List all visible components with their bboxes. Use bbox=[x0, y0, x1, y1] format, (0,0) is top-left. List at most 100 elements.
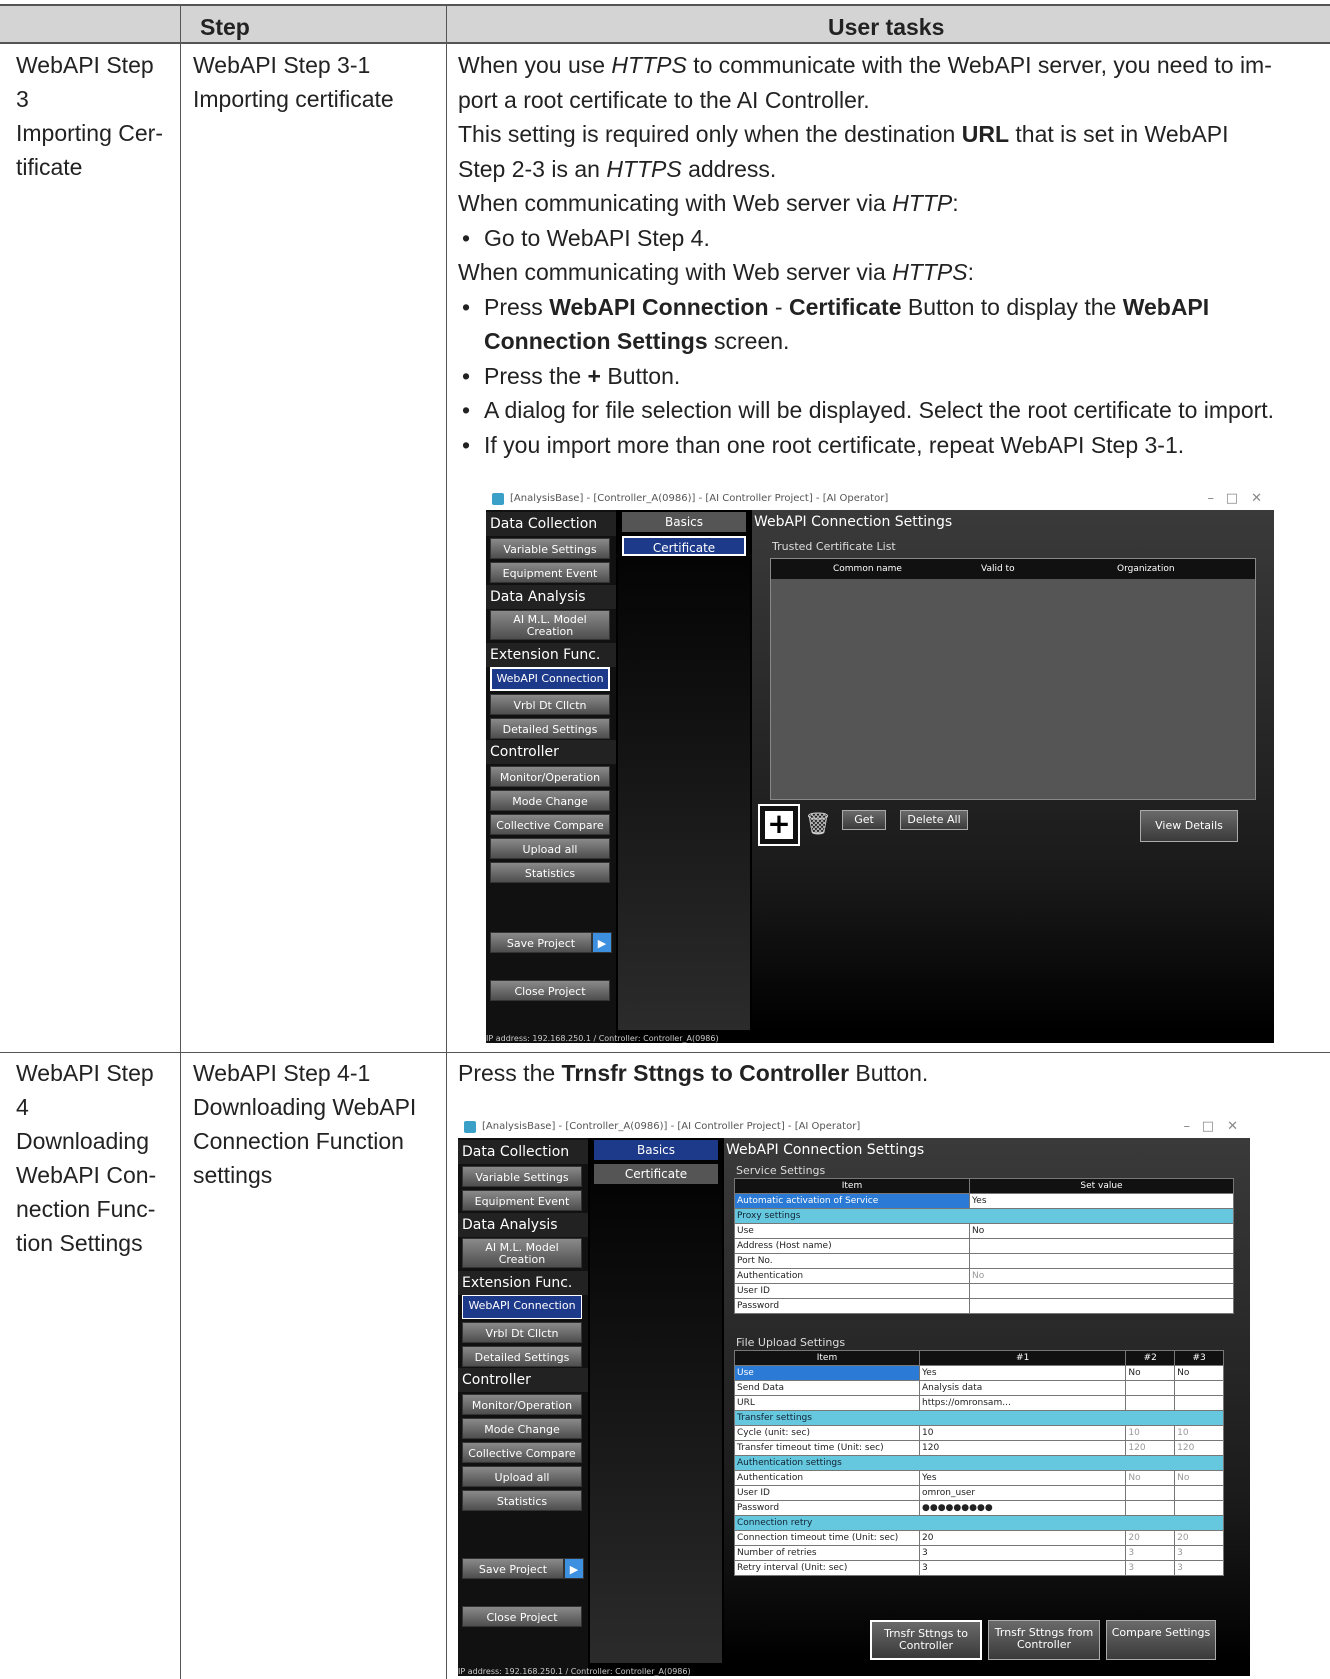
save-project-button[interactable]: Save Project bbox=[490, 932, 592, 953]
ai-model-button[interactable]: AI M.L. Model Creation bbox=[490, 610, 610, 640]
table-row[interactable]: Password bbox=[734, 1298, 1234, 1314]
save-project-button[interactable]: Save Project bbox=[462, 1558, 564, 1579]
webapi-connection-button[interactable]: WebAPI Connection bbox=[462, 1295, 582, 1319]
view-details-button[interactable]: View Details bbox=[1140, 810, 1238, 842]
collective-compare-button[interactable]: Collective Compare bbox=[490, 814, 610, 835]
table-row[interactable]: Password ●●●●●●●●● bbox=[734, 1500, 1224, 1516]
table-row: Connection retry bbox=[734, 1515, 1224, 1531]
col-valid-to: Valid to bbox=[981, 564, 1015, 574]
collective-compare-button[interactable]: Collective Compare bbox=[462, 1442, 582, 1463]
status-bar: IP address: 192.168.250.1 / Controller: … bbox=[486, 1034, 719, 1043]
mode-change-button[interactable]: Mode Change bbox=[462, 1418, 582, 1439]
minimize-icon[interactable]: – bbox=[1184, 1116, 1191, 1138]
section-data-collection: Data Collection bbox=[486, 512, 616, 536]
maximize-icon[interactable]: □ bbox=[1202, 1116, 1214, 1138]
tab-basics[interactable]: Basics bbox=[594, 1140, 718, 1160]
minimize-icon[interactable]: – bbox=[1208, 488, 1215, 510]
plus-icon: + bbox=[765, 810, 793, 839]
transfer-from-controller-button[interactable]: Trnsfr Sttngs from Controller bbox=[988, 1620, 1100, 1660]
trash-icon[interactable]: 🗑 bbox=[804, 812, 832, 837]
variable-settings-button[interactable]: Variable Settings bbox=[462, 1166, 582, 1187]
section-data-collection: Data Collection bbox=[458, 1140, 588, 1164]
header-user-tasks: User tasks bbox=[828, 14, 945, 40]
equipment-event-button[interactable]: Equipment Event bbox=[490, 562, 610, 583]
ai-model-button[interactable]: AI M.L. Model Creation bbox=[462, 1238, 582, 1268]
row1-step-title: WebAPI Step 3 Importing Cer-tificate bbox=[16, 52, 163, 180]
table-row: Authentication settings bbox=[734, 1455, 1224, 1471]
close-icon[interactable]: ✕ bbox=[1251, 488, 1262, 510]
row2-step-title: WebAPI Step 4 Downloading WebAPI Con- nect… bbox=[16, 1060, 157, 1256]
row2-tasks: Press the Trnsfr Sttngs to Controller Bu… bbox=[458, 1060, 929, 1086]
vrbl-dt-cllctn-button[interactable]: Vrbl Dt Cllctn bbox=[490, 694, 610, 715]
tab-basics[interactable]: Basics bbox=[622, 512, 746, 532]
save-arrow-icon[interactable]: ▶ bbox=[592, 932, 612, 953]
table-row[interactable]: Cycle (unit: sec) 10 10 10 bbox=[734, 1425, 1224, 1441]
service-settings-table: Item Set value Automatic activation of Se… bbox=[734, 1178, 1234, 1314]
statistics-button[interactable]: Statistics bbox=[490, 862, 610, 883]
transfer-to-controller-button[interactable]: Trnsfr Sttngs to Controller bbox=[870, 1620, 982, 1660]
tab-certificate[interactable]: Certificate bbox=[594, 1164, 718, 1184]
table-row[interactable]: User ID bbox=[734, 1283, 1234, 1299]
section-data-analysis: Data Analysis bbox=[486, 585, 616, 609]
table-row[interactable]: Address (Host name) bbox=[734, 1238, 1234, 1254]
section-extension: Extension Func. bbox=[486, 643, 616, 667]
detailed-settings-button[interactable]: Detailed Settings bbox=[462, 1346, 582, 1367]
table-row[interactable]: Transfer timeout time (Unit: sec) 120 120 1… bbox=[734, 1440, 1224, 1456]
screenshot-certificate: [AnalysisBase] - [Controller_A(0986)] - … bbox=[486, 488, 1274, 1043]
row1-substep: WebAPI Step 3-1 Importing certificate bbox=[193, 52, 394, 112]
screenshot-settings: [AnalysisBase] - [Controller_A(0986)] - … bbox=[458, 1116, 1250, 1676]
table-row[interactable]: Use No bbox=[734, 1223, 1234, 1239]
equipment-event-button[interactable]: Equipment Event bbox=[462, 1190, 582, 1211]
screen-title: WebAPI Connection Settings bbox=[726, 1142, 925, 1158]
col-organization: Organization bbox=[1117, 564, 1175, 574]
table-row[interactable]: Retry interval (Unit: sec) 3 3 3 bbox=[734, 1560, 1224, 1576]
app-logo-icon bbox=[464, 1121, 476, 1133]
window-titlebar: [AnalysisBase] - [Controller_A(0986)] - … bbox=[458, 1116, 1250, 1138]
table-header: Step User tasks bbox=[0, 4, 1330, 44]
file-upload-table: Item #1 #2 #3 Use Yes No No Send Data Analysis d… bbox=[734, 1350, 1224, 1576]
certificate-list[interactable]: Common name Valid to Organization bbox=[770, 558, 1256, 800]
save-arrow-icon[interactable]: ▶ bbox=[564, 1558, 584, 1579]
close-icon[interactable]: ✕ bbox=[1227, 1116, 1238, 1138]
add-certificate-button[interactable]: + bbox=[758, 804, 800, 846]
statistics-button[interactable]: Statistics bbox=[462, 1490, 582, 1511]
section-controller: Controller bbox=[486, 740, 616, 764]
maximize-icon[interactable]: □ bbox=[1226, 488, 1238, 510]
row1-tasks: When you use HTTPS to communicate with t… bbox=[458, 48, 1318, 462]
col-common-name: Common name bbox=[833, 564, 902, 574]
close-project-button[interactable]: Close Project bbox=[462, 1606, 582, 1627]
webapi-connection-button[interactable]: WebAPI Connection bbox=[490, 667, 610, 691]
monitor-operation-button[interactable]: Monitor/Operation bbox=[462, 1394, 582, 1415]
tab-certificate[interactable]: Certificate bbox=[622, 536, 746, 556]
table-row[interactable]: Authentication No bbox=[734, 1268, 1234, 1284]
table-row[interactable]: User ID omron_user bbox=[734, 1485, 1224, 1501]
table-row[interactable]: Connection timeout time (Unit: sec) 20 20 2… bbox=[734, 1530, 1224, 1546]
delete-all-button[interactable]: Delete All bbox=[900, 810, 968, 830]
detailed-settings-button[interactable]: Detailed Settings bbox=[490, 718, 610, 739]
table-row[interactable]: Use Yes No No bbox=[734, 1365, 1224, 1381]
table-row[interactable]: URL https://omronsam... bbox=[734, 1395, 1224, 1411]
section-extension: Extension Func. bbox=[458, 1271, 588, 1295]
table-row[interactable]: Authentication Yes No No bbox=[734, 1470, 1224, 1486]
table-row[interactable]: Port No. bbox=[734, 1253, 1234, 1269]
upload-all-button[interactable]: Upload all bbox=[490, 838, 610, 859]
monitor-operation-button[interactable]: Monitor/Operation bbox=[490, 766, 610, 787]
upload-all-button[interactable]: Upload all bbox=[462, 1466, 582, 1487]
section-data-analysis: Data Analysis bbox=[458, 1213, 588, 1237]
row2-substep: WebAPI Step 4-1 Downloading WebAPI Connec… bbox=[193, 1060, 417, 1188]
get-button[interactable]: Get bbox=[842, 810, 886, 830]
header-step: Step bbox=[200, 14, 250, 40]
close-project-button[interactable]: Close Project bbox=[490, 980, 610, 1001]
table-row: Transfer settings bbox=[734, 1410, 1224, 1426]
table-row[interactable]: Send Data Analysis data bbox=[734, 1380, 1224, 1396]
compare-settings-button[interactable]: Compare Settings bbox=[1106, 1620, 1216, 1660]
service-settings-title: Service Settings bbox=[736, 1164, 826, 1177]
variable-settings-button[interactable]: Variable Settings bbox=[490, 538, 610, 559]
table-row[interactable]: Number of retries 3 3 3 bbox=[734, 1545, 1224, 1561]
status-bar: IP address: 192.168.250.1 / Controller: … bbox=[458, 1667, 691, 1676]
app-logo-icon bbox=[492, 493, 504, 505]
table-row[interactable]: Automatic activation of Service Yes bbox=[734, 1193, 1234, 1209]
section-controller: Controller bbox=[458, 1368, 588, 1392]
mode-change-button[interactable]: Mode Change bbox=[490, 790, 610, 811]
vrbl-dt-cllctn-button[interactable]: Vrbl Dt Cllctn bbox=[462, 1322, 582, 1343]
